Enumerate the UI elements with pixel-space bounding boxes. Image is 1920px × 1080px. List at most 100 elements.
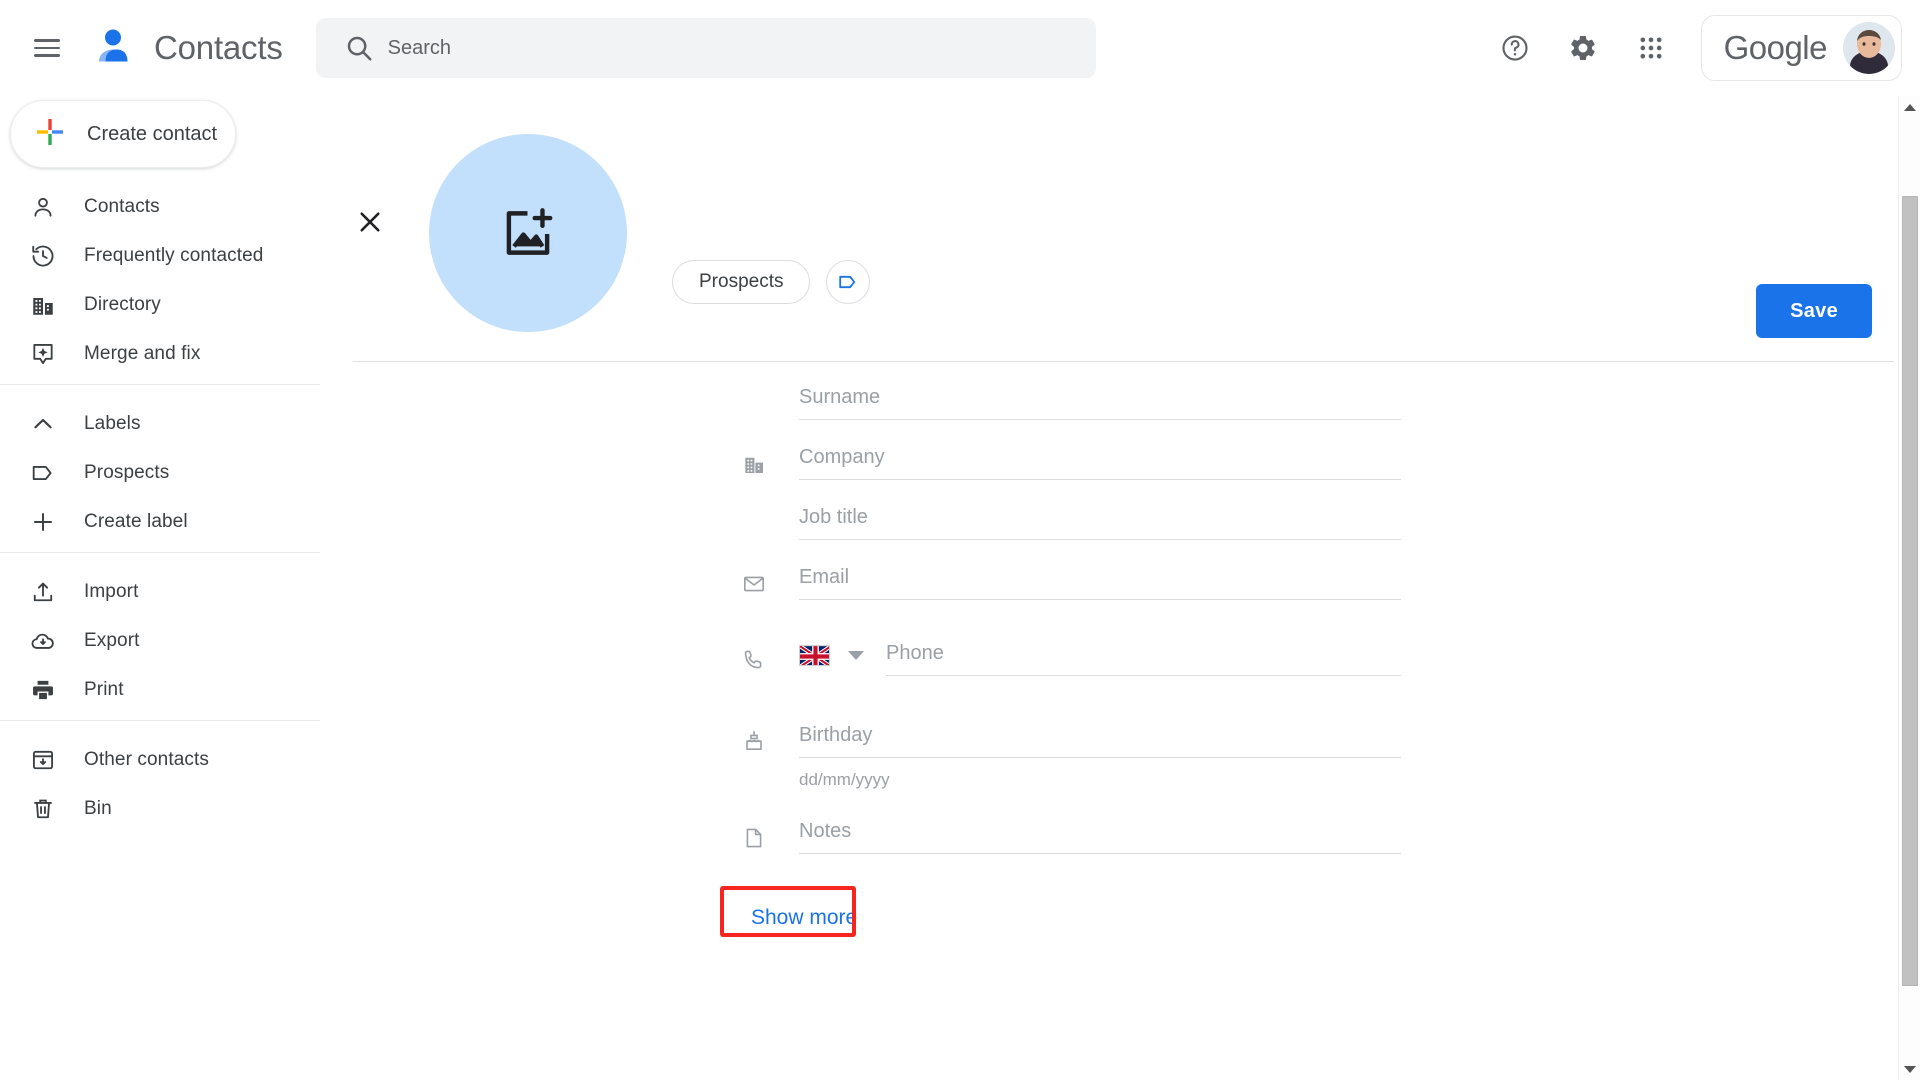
sidebar-group-tools: Import Export Print	[0, 552, 320, 720]
save-button[interactable]: Save	[1756, 284, 1872, 338]
close-x-icon	[360, 212, 380, 232]
main-menu-button[interactable]	[18, 19, 76, 77]
field-row-notes	[320, 812, 1920, 872]
sidebar-item-contacts[interactable]: Contacts	[0, 182, 304, 231]
field-body: dd/mm/yyyy	[799, 716, 1401, 790]
settings-button[interactable]	[1555, 20, 1611, 76]
plus-colored-icon	[33, 115, 67, 154]
field-row-job-title	[320, 498, 1920, 558]
sidebar-item-prospects[interactable]: Prospects	[0, 448, 304, 497]
help-button[interactable]	[1487, 20, 1543, 76]
phone-country-select[interactable]	[799, 645, 864, 676]
google-apps-button[interactable]	[1623, 20, 1679, 76]
scroll-up-button[interactable]	[1899, 96, 1920, 118]
search-icon	[336, 33, 382, 63]
birthday-format-hint: dd/mm/yyyy	[799, 770, 890, 789]
search-box[interactable]	[315, 18, 1096, 78]
label-chip-text: Prospects	[699, 271, 784, 292]
field-body	[799, 438, 1401, 480]
sidebar-item-print[interactable]: Print	[0, 665, 304, 714]
app-brand[interactable]: Contacts	[90, 25, 283, 71]
note-page-icon	[737, 812, 771, 850]
cloud-download-icon	[30, 628, 60, 654]
create-contact-button[interactable]: Create contact	[10, 100, 236, 168]
vertical-scrollbar[interactable]	[1898, 96, 1920, 1080]
hamburger-menu-icon	[34, 39, 60, 57]
field-row-company	[320, 438, 1920, 498]
sidebar-item-label: Labels	[84, 412, 141, 434]
contacts-app: Contacts Search Google Create contact Co…	[0, 0, 1920, 1080]
job-title-input[interactable]	[799, 498, 1401, 540]
history-clock-icon	[30, 243, 60, 269]
sidebar-item-label: Other contacts	[84, 748, 209, 770]
close-editor-button[interactable]	[344, 196, 396, 248]
save-button-wrap: Save	[1756, 284, 1872, 338]
add-photo-icon	[506, 208, 553, 255]
building-icon	[737, 438, 771, 476]
sidebar-item-directory[interactable]: Directory	[0, 280, 304, 329]
caret-down-icon	[848, 651, 864, 660]
sidebar-item-frequently-contacted[interactable]: Frequently contacted	[0, 231, 304, 280]
scrollbar-thumb[interactable]	[1902, 196, 1918, 986]
top-bar: Contacts Search Google	[0, 0, 1920, 96]
help-question-circle-icon	[1502, 35, 1528, 61]
apps-grid-icon	[1640, 37, 1662, 59]
search-input[interactable]	[387, 36, 1076, 60]
show-more-row: Show more	[720, 886, 871, 940]
sidebar-item-import[interactable]: Import	[0, 567, 304, 616]
add-label-button[interactable]	[826, 260, 871, 304]
field-body	[799, 558, 1401, 600]
company-input[interactable]	[799, 438, 1401, 480]
birthday-input[interactable]	[799, 716, 1401, 758]
sidebar-group-labels: Labels Prospects Create label	[0, 384, 320, 552]
surname-input[interactable]	[799, 378, 1401, 420]
sidebar-item-other-contacts[interactable]: Other contacts	[0, 735, 304, 784]
sidebar-item-export[interactable]: Export	[0, 616, 304, 665]
sidebar-item-label: Merge and fix	[84, 342, 201, 364]
field-icon-empty	[737, 498, 771, 512]
sidebar-item-label: Frequently contacted	[84, 244, 264, 266]
field-row-email	[320, 558, 1920, 618]
app-body: Create contact Contacts Frequently conta…	[0, 96, 1920, 1080]
phone-input[interactable]	[886, 634, 1401, 676]
sidebar-item-bin[interactable]: Bin	[0, 784, 304, 833]
label-chips-row: Prospects	[672, 232, 871, 332]
trash-bin-icon	[30, 796, 60, 822]
sidebar-item-create-label[interactable]: Create label	[0, 497, 304, 546]
label-chip-prospects[interactable]: Prospects	[672, 260, 811, 304]
scroll-up-arrow-icon	[1904, 103, 1916, 111]
field-row-phone	[320, 634, 1920, 694]
birthday-cake-icon	[737, 716, 771, 754]
avatar[interactable]	[1843, 22, 1895, 74]
create-contact-label: Create contact	[87, 122, 218, 145]
envelope-icon	[737, 558, 771, 596]
contact-editor-panel: Prospects Save Surname Company Job title…	[320, 96, 1920, 1080]
label-tag-icon	[839, 275, 856, 289]
printer-icon	[30, 677, 60, 703]
chevron-up-icon	[30, 411, 60, 437]
show-more-button[interactable]: Show more	[737, 896, 871, 940]
scroll-down-button[interactable]	[1899, 1058, 1920, 1080]
search-area	[315, 18, 1096, 78]
sidebar-item-labels[interactable]: Labels	[0, 399, 304, 448]
person-icon	[30, 194, 60, 220]
account-chip[interactable]: Google	[1700, 15, 1902, 81]
field-body	[799, 812, 1401, 854]
sidebar: Create contact Contacts Frequently conta…	[0, 96, 320, 1080]
add-contact-photo-button[interactable]	[429, 134, 627, 332]
label-tag-icon	[30, 460, 60, 486]
contact-photo-column	[429, 122, 627, 332]
sidebar-item-merge-and-fix[interactable]: Merge and fix	[0, 329, 304, 378]
field-icon-empty	[737, 378, 771, 392]
sidebar-item-label: Prospects	[84, 461, 170, 483]
sidebar-group-main: Contacts Frequently contacted Directory …	[0, 168, 320, 384]
sidebar-item-label: Directory	[84, 293, 161, 315]
building-icon	[30, 292, 60, 318]
uk-flag	[799, 645, 830, 666]
notes-input[interactable]	[799, 812, 1401, 854]
sidebar-item-label: Export	[84, 629, 140, 651]
phone-field-body	[799, 634, 1401, 676]
email-input[interactable]	[799, 558, 1401, 600]
field-row-birthday: dd/mm/yyyy	[320, 716, 1920, 790]
sidebar-group-other: Other contacts Bin	[0, 720, 320, 839]
